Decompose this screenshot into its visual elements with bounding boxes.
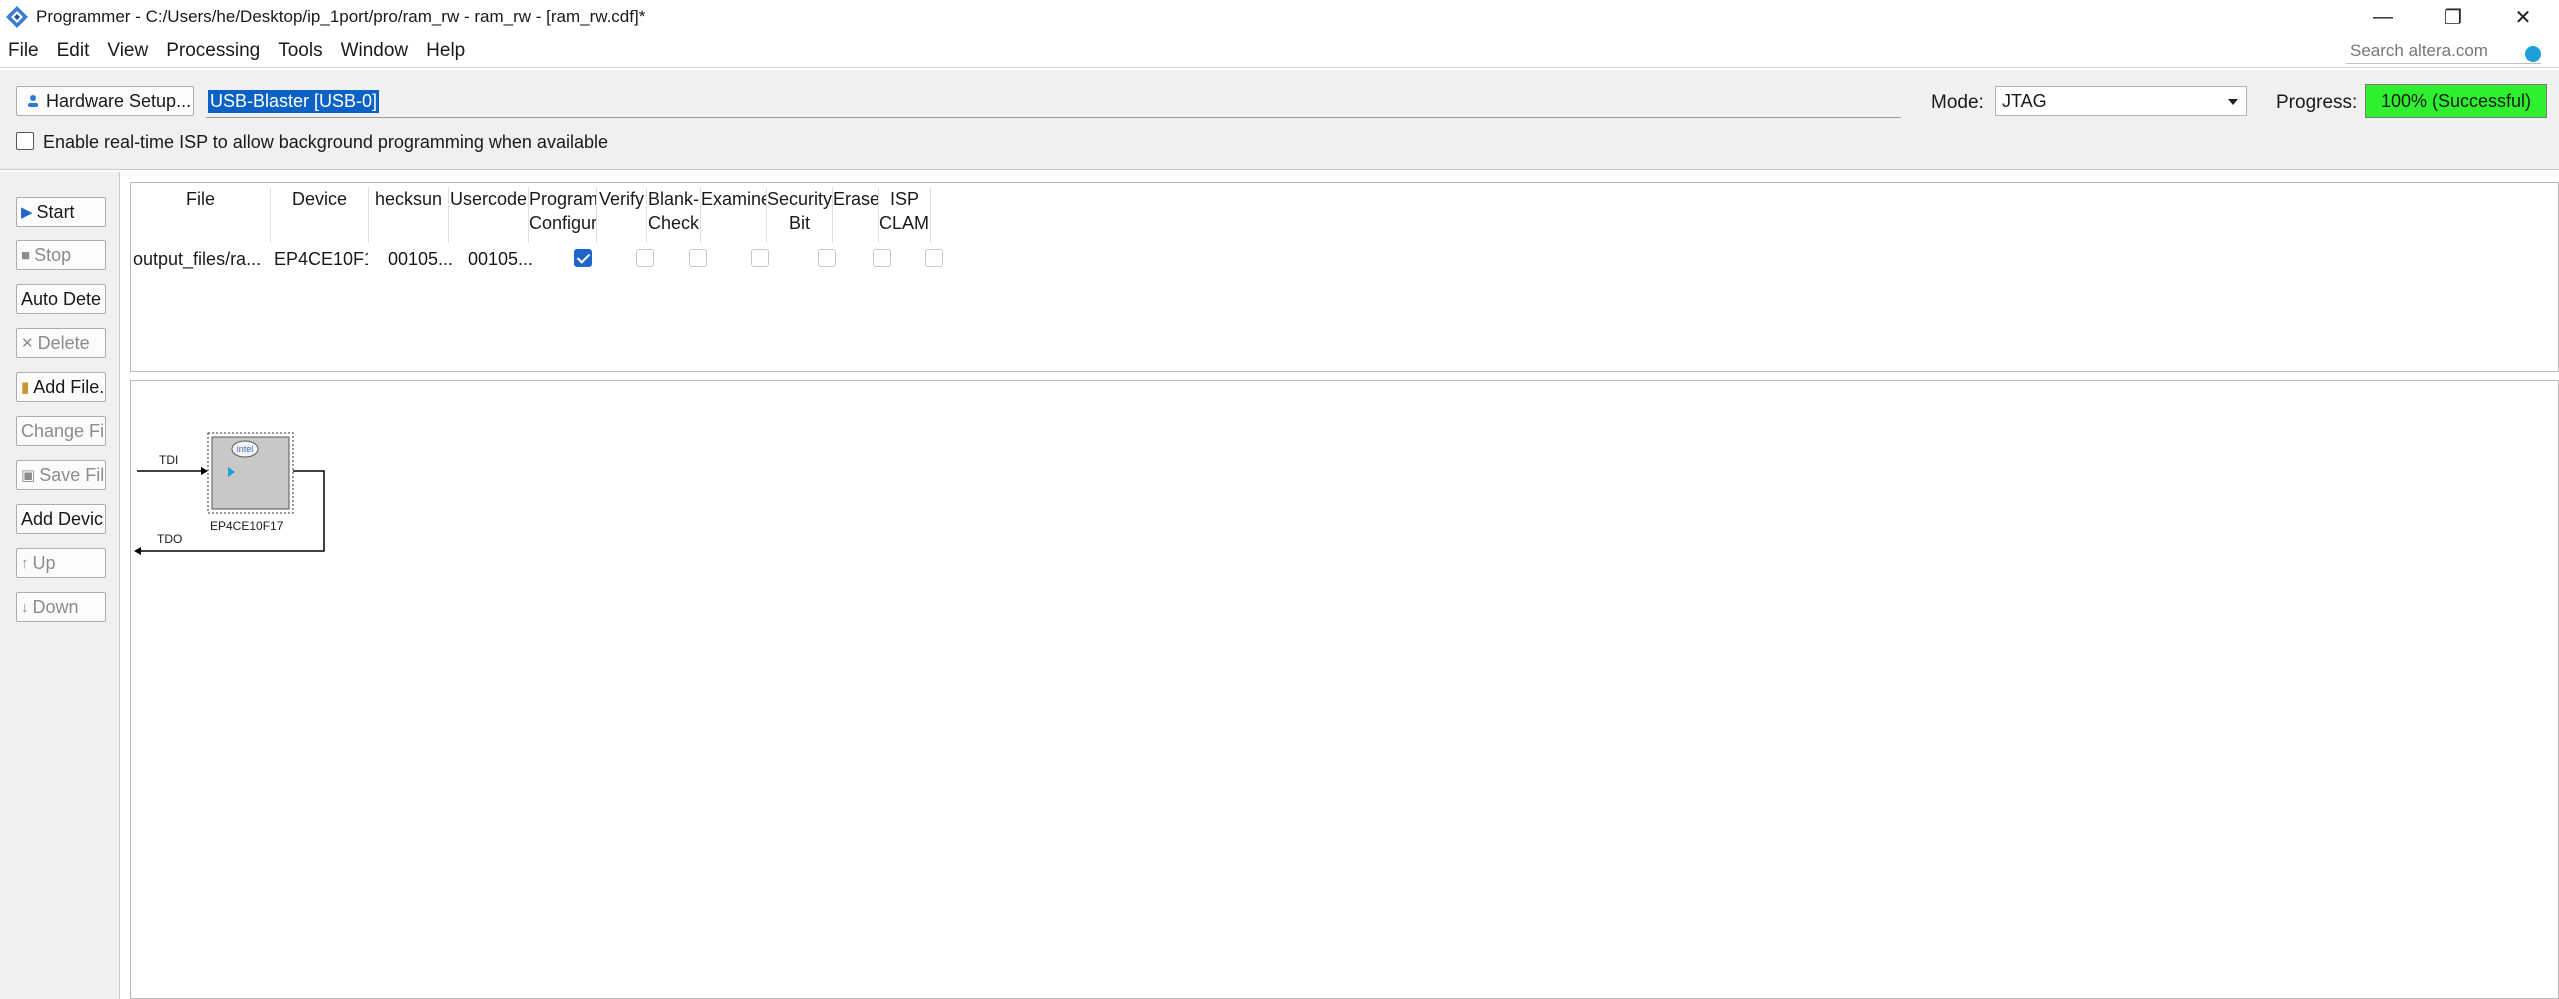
col-isp-clamp[interactable]: ISPCLAMP (879, 187, 931, 243)
search-globe-icon[interactable] (2525, 46, 2541, 62)
progress-bar: 100% (Successful) (2365, 84, 2547, 118)
hardware-setup-label: Hardware Setup... (46, 90, 192, 111)
col-checksum[interactable]: hecksun (369, 187, 449, 243)
save-icon: ▣ (21, 467, 36, 484)
up-button[interactable]: ↑ Up (16, 548, 106, 578)
isp-checkbox[interactable] (16, 132, 34, 150)
tdo-arrow-icon (134, 547, 141, 555)
col-usercode[interactable]: Usercode (449, 187, 529, 243)
erase-checkbox[interactable] (873, 249, 891, 267)
stop-icon: ■ (21, 246, 31, 264)
title-bar: Programmer - C:/Users/he/Desktop/ip_1por… (0, 0, 2559, 34)
jtag-chain-panel: intel TDI TDO EP4CE10F17 (130, 380, 2559, 999)
menu-help[interactable]: Help (417, 40, 474, 62)
row-usercode: 00105... (468, 249, 534, 269)
menu-tools[interactable]: Tools (269, 40, 331, 62)
arrow-down-icon: ↓ (21, 598, 29, 616)
hardware-field[interactable]: USB-Blaster [USB-0] (206, 86, 1901, 118)
action-sidebar: ▶ Start ■ Stop Auto Dete ✕ Delete ▮ Add … (0, 172, 120, 999)
delete-button[interactable]: ✕ Delete (16, 328, 106, 358)
isp-clamp-checkbox[interactable] (925, 249, 943, 267)
down-button[interactable]: ↓ Down (16, 592, 106, 622)
progress-text: 100% (Successful) (2380, 90, 2532, 111)
programmer-app-icon (6, 6, 28, 28)
auto-detect-label: Auto Dete (21, 288, 102, 309)
col-device[interactable]: Device (271, 187, 369, 243)
tdi-label: TDI (159, 453, 179, 467)
menu-processing[interactable]: Processing (157, 40, 269, 62)
menu-file[interactable]: File (0, 40, 48, 62)
minimize-button[interactable]: — (2348, 0, 2418, 34)
menu-edit[interactable]: Edit (48, 40, 99, 62)
stop-button[interactable]: ■ Stop (16, 240, 106, 270)
start-label: Start (36, 201, 75, 222)
menu-view[interactable]: View (98, 40, 157, 62)
chevron-down-icon (2228, 99, 2238, 105)
col-examine[interactable]: Examine (701, 187, 767, 243)
auto-detect-button[interactable]: Auto Dete (16, 284, 106, 314)
mode-select[interactable]: JTAG (1995, 86, 2247, 116)
tdo-label: TDO (157, 532, 183, 546)
arrow-up-icon: ↑ (21, 554, 29, 572)
col-blank-check[interactable]: Blank- Check (647, 187, 701, 243)
window-title: Programmer - C:/Users/he/Desktop/ip_1por… (36, 7, 646, 26)
delete-label: Delete (37, 332, 90, 353)
col-program[interactable]: Program Configur (529, 187, 597, 243)
start-icon: ▶ (21, 204, 33, 221)
blank-check-checkbox[interactable] (689, 249, 707, 267)
add-file-label: Add File. (33, 376, 105, 397)
menu-window[interactable]: Window (332, 40, 418, 62)
jtag-chain-diagram: intel (134, 432, 325, 555)
mode-label: Mode: (1931, 92, 1984, 113)
examine-checkbox[interactable] (751, 249, 769, 267)
row-device: EP4CE10F17 (274, 249, 368, 269)
down-label: Down (32, 596, 79, 617)
hardware-setup-button[interactable]: Hardware Setup... (16, 86, 194, 116)
menu-bar: File Edit View Processing Tools Window H… (0, 34, 2559, 68)
col-erase[interactable]: Erase (833, 187, 879, 243)
maximize-button[interactable]: ❐ (2418, 0, 2488, 34)
up-label: Up (32, 552, 56, 573)
search-input[interactable]: Search altera.com (2346, 38, 2541, 64)
verify-checkbox[interactable] (636, 249, 654, 267)
row-file: output_files/ra... (133, 249, 262, 269)
hardware-selected-text: USB-Blaster [USB-0] (208, 90, 380, 113)
file-table: File Device hecksun Usercode Program Conf… (130, 182, 2559, 372)
chain-device-label: EP4CE10F17 (210, 519, 284, 533)
close-button[interactable]: ✕ (2488, 0, 2558, 34)
col-file[interactable]: File (131, 187, 271, 243)
stop-label: Stop (34, 244, 72, 265)
start-button[interactable]: ▶ Start (16, 197, 106, 227)
add-file-button[interactable]: ▮ Add File. (16, 372, 106, 402)
add-device-label: Add Devic (21, 508, 104, 529)
change-file-label: Change Fil (21, 420, 106, 441)
delete-icon: ✕ (21, 335, 34, 352)
save-file-label: Save File (39, 464, 105, 485)
mode-value: JTAG (2002, 90, 2047, 111)
fpga-chip-icon[interactable]: intel (207, 432, 294, 514)
progress-label: Progress: (2276, 92, 2358, 113)
row-checksum: 00105... (388, 249, 454, 269)
col-security-bit[interactable]: Security Bit (767, 187, 833, 243)
change-file-button[interactable]: Change Fil (16, 416, 106, 446)
tdi-arrow-icon (201, 467, 208, 475)
isp-label: Enable real-time ISP to allow background… (43, 132, 608, 152)
program-checkbox[interactable] (574, 249, 592, 267)
save-file-button[interactable]: ▣ Save File (16, 460, 106, 490)
folder-icon: ▮ (21, 379, 30, 396)
search-placeholder: Search altera.com (2350, 40, 2488, 60)
add-device-button[interactable]: Add Devic (16, 504, 106, 534)
col-verify[interactable]: Verify (597, 187, 647, 243)
hardware-icon (28, 95, 38, 107)
security-bit-checkbox[interactable] (818, 249, 836, 267)
hardware-toolbar: Hardware Setup... USB-Blaster [USB-0] Mo… (0, 70, 2559, 170)
chip-logo: intel (237, 444, 254, 454)
